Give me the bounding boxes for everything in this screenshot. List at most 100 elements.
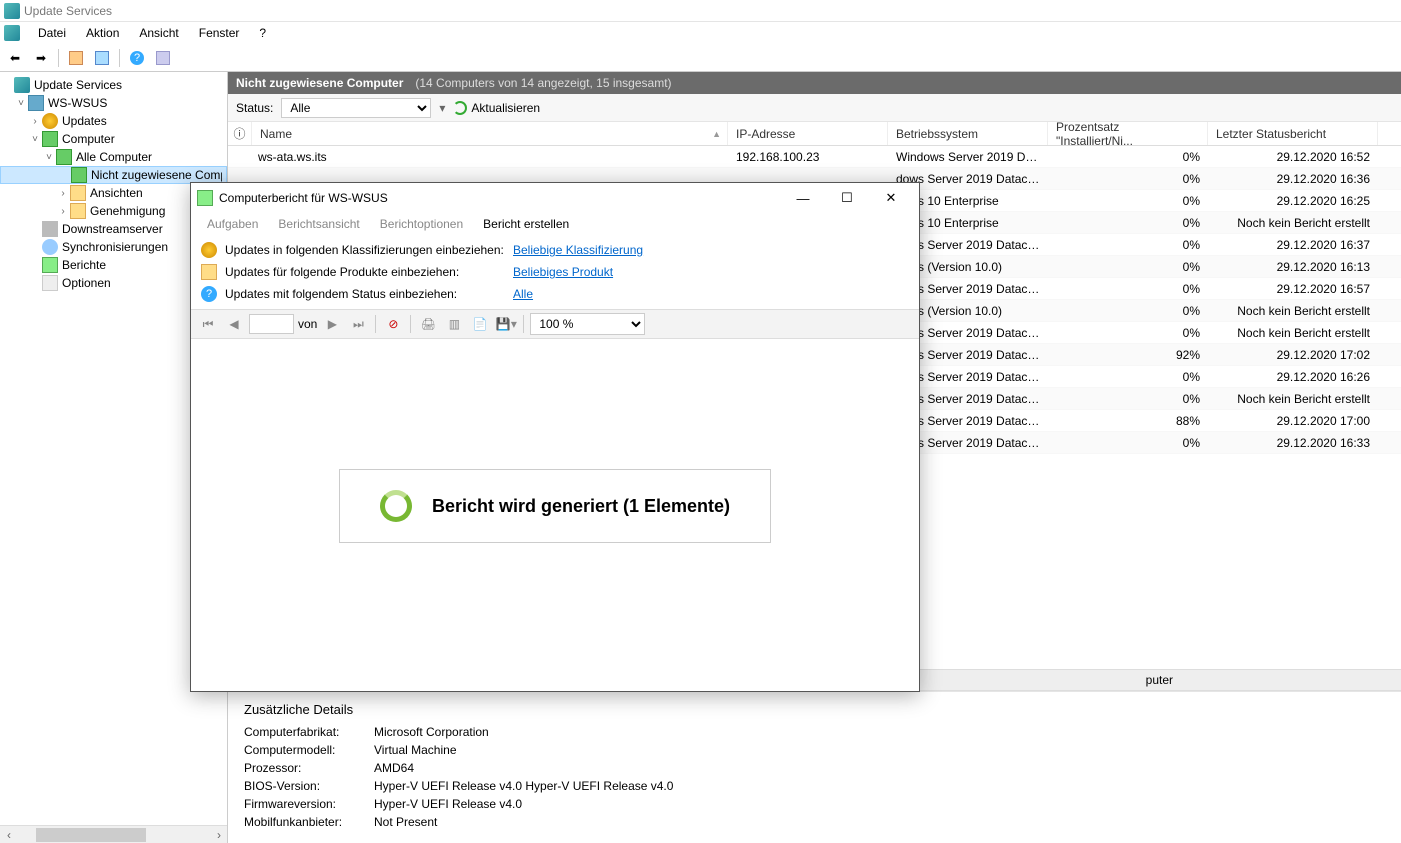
filter-row: Status: Alle ▾ Aktualisieren xyxy=(228,94,1401,122)
col-os[interactable]: Betriebssystem xyxy=(888,122,1048,145)
popup-toolbar: ⏮ ◀ von ▶ ⏭ ⊘ 🖨 ▥ 📄 💾▾ 100 % xyxy=(191,309,919,339)
filter1-label: Updates in folgenden Klassifizierungen e… xyxy=(225,243,505,257)
sidebar-hscroll[interactable]: ‹ › xyxy=(0,825,228,843)
status-select[interactable]: Alle xyxy=(281,98,431,118)
popup-maximize-button[interactable]: ☐ xyxy=(825,184,869,212)
col-name[interactable]: Name▲ xyxy=(252,122,728,145)
menubar: Datei Aktion Ansicht Fenster ? xyxy=(0,22,1401,44)
updates-icon xyxy=(42,113,58,129)
cell-pct: 0% xyxy=(1048,436,1208,450)
scroll-left-arrow[interactable]: ‹ xyxy=(0,828,18,842)
tree-alle-computer[interactable]: ˅Alle Computer xyxy=(0,148,227,166)
popup-menu-erstellen[interactable]: Bericht erstellen xyxy=(473,215,579,233)
cell-last: Noch kein Bericht erstellt xyxy=(1208,216,1378,230)
menu-aktion[interactable]: Aktion xyxy=(76,24,129,42)
cell-last: 29.12.2020 16:13 xyxy=(1208,260,1378,274)
menu-hilfe[interactable]: ? xyxy=(249,24,276,42)
toolbar: ⬅ ➡ ? xyxy=(0,44,1401,72)
popup-menu-aufgaben[interactable]: Aufgaben xyxy=(197,215,268,233)
col-info[interactable]: ⓘ xyxy=(228,122,252,145)
col-last[interactable]: Letzter Statusbericht xyxy=(1208,122,1378,145)
table-row[interactable]: ws-ata.ws.its192.168.100.23Windows Serve… xyxy=(228,146,1401,168)
options-icon xyxy=(42,275,58,291)
filter3-link[interactable]: Alle xyxy=(513,287,533,301)
zoom-select[interactable]: 100 % xyxy=(530,313,645,335)
col-pct[interactable]: Prozentsatz "Installiert/Ni... xyxy=(1048,122,1208,145)
popup-filter-row-1: Updates in folgenden Klassifizierungen e… xyxy=(201,239,909,261)
filter1-link[interactable]: Beliebige Klassifizierung xyxy=(513,243,643,257)
cell-pct: 0% xyxy=(1048,370,1208,384)
detail-value: Virtual Machine xyxy=(374,743,457,761)
menu-fenster[interactable]: Fenster xyxy=(189,24,250,42)
downstream-icon xyxy=(42,221,58,237)
report-popup: Computerbericht für WS-WSUS — ☐ ✕ Aufgab… xyxy=(190,182,920,692)
save-button[interactable]: 💾▾ xyxy=(495,313,517,335)
popup-menu-berichtoptionen[interactable]: Berichtoptionen xyxy=(370,215,473,233)
scroll-thumb[interactable] xyxy=(36,828,146,842)
tb-help-button[interactable]: ? xyxy=(126,47,148,69)
tree-updates[interactable]: ›Updates xyxy=(0,112,227,130)
refresh-button[interactable]: Aktualisieren xyxy=(453,101,540,115)
detail-row: Prozessor:AMD64 xyxy=(244,761,1385,779)
last-page-button[interactable]: ⏭ xyxy=(347,313,369,335)
sync-icon xyxy=(42,239,58,255)
tb-btn-4[interactable] xyxy=(152,47,174,69)
cell-pct: 92% xyxy=(1048,348,1208,362)
popup-body: Bericht wird generiert (1 Elemente) xyxy=(191,339,919,691)
spinner-icon xyxy=(380,490,412,522)
cell-last: 29.12.2020 17:00 xyxy=(1208,414,1378,428)
cell-last: 29.12.2020 16:52 xyxy=(1208,150,1378,164)
back-button[interactable]: ⬅ xyxy=(4,47,26,69)
sort-asc-icon: ▲ xyxy=(712,129,721,139)
col-ip[interactable]: IP-Adresse xyxy=(728,122,888,145)
popup-title: Computerbericht für WS-WSUS xyxy=(219,191,388,205)
detail-value: AMD64 xyxy=(374,761,414,779)
cell-last: 29.12.2020 16:36 xyxy=(1208,172,1378,186)
content-subtitle: (14 Computers von 14 angezeigt, 15 insge… xyxy=(415,76,671,90)
popup-minimize-button[interactable]: — xyxy=(781,184,825,212)
generating-text: Bericht wird generiert (1 Elemente) xyxy=(432,496,730,517)
popup-filter-row-3: ? Updates mit folgendem Status einbezieh… xyxy=(201,283,909,305)
popup-close-button[interactable]: ✕ xyxy=(869,184,913,212)
menu-datei[interactable]: Datei xyxy=(28,24,76,42)
print-button[interactable]: 🖨 xyxy=(417,313,439,335)
filter2-label: Updates für folgende Produkte einbeziehe… xyxy=(225,265,505,279)
page-of-label: von xyxy=(298,317,317,331)
popup-menu-berichtsansicht[interactable]: Berichtsansicht xyxy=(268,215,369,233)
toolbar-sep xyxy=(58,49,59,67)
cell-last: 29.12.2020 17:02 xyxy=(1208,348,1378,362)
server-icon xyxy=(28,95,44,111)
tb-btn-2[interactable] xyxy=(91,47,113,69)
menu-ansicht[interactable]: Ansicht xyxy=(129,24,188,42)
popup-filters: Updates in folgenden Klassifizierungen e… xyxy=(191,235,919,309)
tb-btn-1[interactable] xyxy=(65,47,87,69)
stop-button[interactable]: ⊘ xyxy=(382,313,404,335)
detail-value: Hyper-V UEFI Release v4.0 Hyper-V UEFI R… xyxy=(374,779,673,797)
forward-button[interactable]: ➡ xyxy=(30,47,52,69)
popup-titlebar[interactable]: Computerbericht für WS-WSUS — ☐ ✕ xyxy=(191,183,919,213)
list-header: ⓘ Name▲ IP-Adresse Betriebssystem Prozen… xyxy=(228,122,1401,146)
export-button[interactable]: 📄 xyxy=(469,313,491,335)
tree-computer[interactable]: ˅Computer xyxy=(0,130,227,148)
prev-page-button[interactable]: ◀ xyxy=(223,313,245,335)
reports-icon xyxy=(42,257,58,273)
layout-button[interactable]: ▥ xyxy=(443,313,465,335)
next-page-button[interactable]: ▶ xyxy=(321,313,343,335)
page-input[interactable] xyxy=(249,314,294,334)
cell-ip: 192.168.100.23 xyxy=(728,150,888,164)
cell-last: Noch kein Bericht erstellt xyxy=(1208,326,1378,340)
cell-pct: 0% xyxy=(1048,392,1208,406)
detail-row: BIOS-Version:Hyper-V UEFI Release v4.0 H… xyxy=(244,779,1385,797)
first-page-button[interactable]: ⏮ xyxy=(197,313,219,335)
computer-icon xyxy=(42,131,58,147)
tree-server[interactable]: ˅WS-WSUS xyxy=(0,94,227,112)
detail-label: Prozessor: xyxy=(244,761,374,779)
cell-last: 29.12.2020 16:33 xyxy=(1208,436,1378,450)
cell-last: 29.12.2020 16:25 xyxy=(1208,194,1378,208)
detail-label: Firmwareversion: xyxy=(244,797,374,815)
scroll-right-arrow[interactable]: › xyxy=(210,828,228,842)
status-help-icon: ? xyxy=(201,286,217,302)
tree-root[interactable]: Update Services xyxy=(0,76,227,94)
filter2-link[interactable]: Beliebiges Produkt xyxy=(513,265,613,279)
content-title: Nicht zugewiesene Computer xyxy=(236,76,403,90)
